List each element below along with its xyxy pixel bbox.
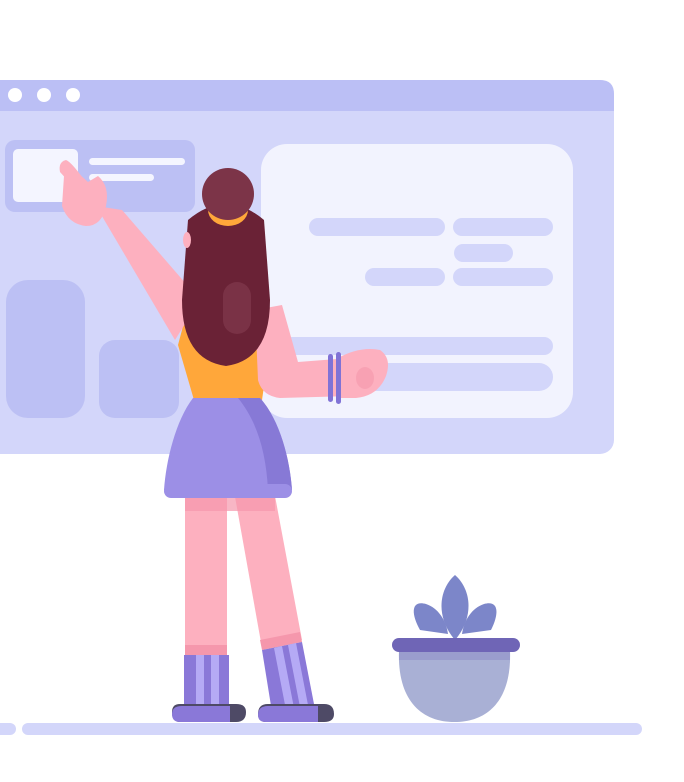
boot-left xyxy=(184,655,229,710)
bangle xyxy=(336,352,341,404)
panel-line xyxy=(271,337,553,355)
hand-highlight xyxy=(356,367,374,389)
hair-highlight xyxy=(223,282,251,334)
panel-line xyxy=(365,268,445,286)
placeholder-block xyxy=(6,280,85,418)
illustration-svg xyxy=(0,80,642,735)
panel-line xyxy=(453,218,553,236)
card-text-line xyxy=(89,158,185,165)
boot-left-toe xyxy=(172,706,230,722)
panel-line xyxy=(454,244,513,262)
plant-pot xyxy=(398,650,511,722)
floor-line-short xyxy=(0,723,16,735)
boot-right-toe xyxy=(258,706,318,722)
window-dot-icon xyxy=(8,88,22,102)
placeholder-block xyxy=(99,340,179,418)
hair xyxy=(182,204,270,366)
floor-line xyxy=(22,723,642,735)
boot-left-stripe xyxy=(196,655,204,710)
leg-left-band xyxy=(185,645,227,655)
hair-bun xyxy=(202,168,254,220)
ear xyxy=(183,232,191,248)
window-dot-icon xyxy=(66,88,80,102)
pot-rim xyxy=(392,638,520,652)
boot-left-stripe xyxy=(211,655,219,710)
illustration-scene xyxy=(0,0,684,782)
skirt-hem xyxy=(164,484,292,498)
bangle xyxy=(328,354,333,402)
browser-window xyxy=(0,80,614,454)
plant-icon xyxy=(392,575,520,722)
window-dot-icon xyxy=(37,88,51,102)
window-titlebar xyxy=(0,80,614,111)
leg-shadow xyxy=(185,497,275,511)
panel-line xyxy=(453,268,553,286)
panel-line xyxy=(309,218,445,236)
